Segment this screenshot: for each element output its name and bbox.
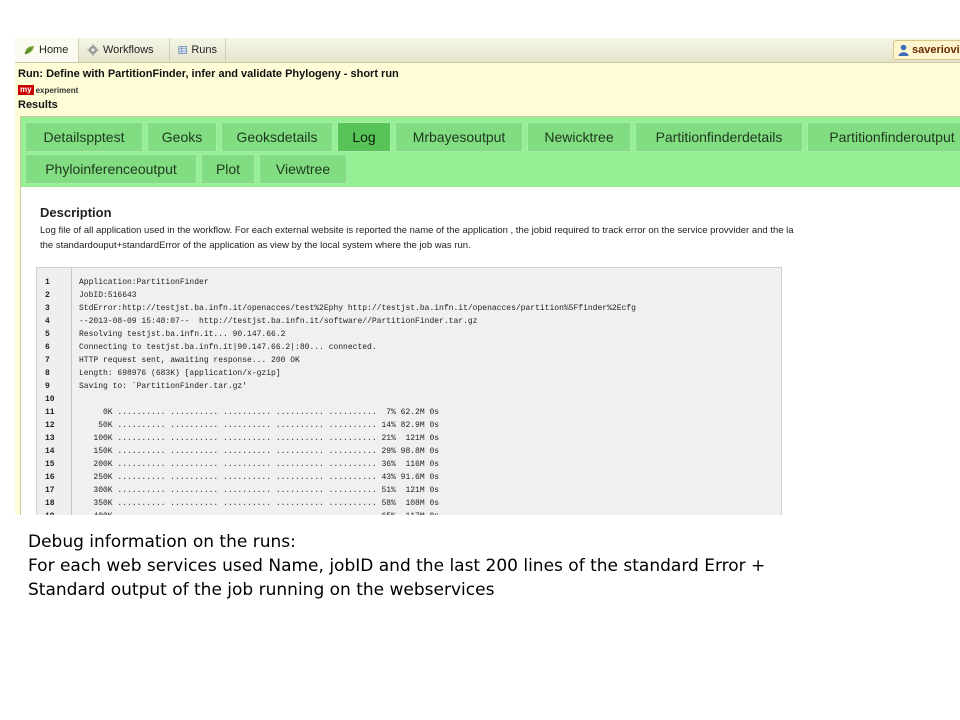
tab-detailspptest[interactable]: Detailspptest bbox=[25, 122, 143, 152]
run-title: Run: Define with PartitionFinder, infer … bbox=[18, 68, 399, 80]
description-text-line-2: the standardouput+standardError of the a… bbox=[40, 240, 471, 251]
log-line: Resolving testjst.ba.infn.it... 90.147.6… bbox=[79, 330, 286, 339]
caption-line-3: Standard output of the job running on th… bbox=[28, 580, 495, 600]
line-number: 1 bbox=[45, 278, 50, 287]
log-line: 400K .......... .......... .......... ..… bbox=[79, 512, 439, 515]
line-number: 5 bbox=[45, 330, 50, 339]
nav-tab-runs[interactable]: Runs bbox=[170, 38, 226, 62]
log-line: JobID:516643 bbox=[79, 291, 137, 300]
line-number: 8 bbox=[45, 369, 50, 378]
log-code-viewer[interactable]: 1 Application:PartitionFinder 2 JobID:51664… bbox=[36, 267, 782, 515]
screenshot: Home Workflows Runs saveriovic Run: Defi… bbox=[15, 38, 960, 515]
tab-log[interactable]: Log bbox=[337, 122, 391, 152]
log-line: 350K .......... .......... .......... ..… bbox=[79, 499, 440, 508]
line-number: 3 bbox=[45, 304, 50, 313]
tab-viewtree[interactable]: Viewtree bbox=[259, 154, 347, 184]
log-line: 0K .......... .......... .......... ....… bbox=[79, 408, 440, 417]
line-number: 11 bbox=[45, 408, 55, 417]
nav-tab-label: Workflows bbox=[103, 44, 154, 56]
nav-tab-workflows[interactable]: Workflows bbox=[79, 38, 170, 62]
tab-newicktree[interactable]: Newicktree bbox=[527, 122, 631, 152]
username: saveriovic bbox=[912, 44, 960, 56]
log-line: 50K .......... .......... .......... ...… bbox=[79, 421, 440, 430]
user-icon bbox=[898, 44, 909, 56]
logo-experiment: experiment bbox=[35, 85, 79, 95]
log-line: Connecting to testjst.ba.infn.it|90.147.… bbox=[79, 343, 377, 352]
nav-tab-home[interactable]: Home bbox=[15, 38, 79, 62]
line-number: 14 bbox=[45, 447, 55, 456]
log-line: StdError:http://testjst.ba.infn.it/opena… bbox=[79, 304, 636, 313]
description-heading: Description bbox=[40, 205, 112, 220]
tab-geoksdetails[interactable]: Geoksdetails bbox=[221, 122, 333, 152]
nav-tab-label: Home bbox=[39, 44, 69, 56]
line-number: 10 bbox=[45, 395, 55, 404]
log-line: 300K .......... .......... .......... ..… bbox=[79, 486, 440, 495]
myexperiment-logo[interactable]: my experiment bbox=[18, 84, 78, 96]
line-number: 12 bbox=[45, 421, 55, 430]
line-number: 19 bbox=[45, 512, 55, 515]
tab-partitionfinderdetails[interactable]: Partitionfinderdetails bbox=[635, 122, 803, 152]
results-heading: Results bbox=[18, 99, 58, 111]
tab-phyloinferenceoutput[interactable]: Phyloinferenceoutput bbox=[25, 154, 197, 184]
line-number: 6 bbox=[45, 343, 50, 352]
table-icon bbox=[178, 46, 187, 54]
line-number: 9 bbox=[45, 382, 50, 391]
gear-icon bbox=[87, 44, 99, 56]
log-line: 250K .......... .......... .......... ..… bbox=[79, 473, 440, 482]
log-line: 200K .......... .......... .......... ..… bbox=[79, 460, 440, 469]
line-number: 4 bbox=[45, 317, 50, 326]
top-navbar: Home Workflows Runs saveriovic bbox=[15, 38, 960, 63]
line-number: 18 bbox=[45, 499, 55, 508]
log-line: --2013-08-09 15:48:07-- http://testjst.b… bbox=[79, 317, 478, 326]
caption-line-2: For each web services used Name, jobID a… bbox=[28, 556, 766, 576]
tab-mrbayesoutput[interactable]: Mrbayesoutput bbox=[395, 122, 523, 152]
results-tabbar: Detailspptest Geoks Geoksdetails Log Mrb… bbox=[21, 117, 960, 187]
slide-caption: Debug information on the runs: For each … bbox=[28, 530, 948, 602]
log-line: Application:PartitionFinder bbox=[79, 278, 209, 287]
logo-my: my bbox=[18, 85, 34, 95]
line-number: 2 bbox=[45, 291, 50, 300]
line-number: 17 bbox=[45, 486, 55, 495]
tab-plot[interactable]: Plot bbox=[201, 154, 255, 184]
line-number: 16 bbox=[45, 473, 55, 482]
log-line: 100K .......... .......... .......... ..… bbox=[79, 434, 440, 443]
caption-line-1: Debug information on the runs: bbox=[28, 532, 296, 552]
results-panel: Detailspptest Geoks Geoksdetails Log Mrb… bbox=[20, 116, 960, 515]
line-number: 13 bbox=[45, 434, 55, 443]
log-line: Length: 698976 (683K) [application/x-gzi… bbox=[79, 369, 281, 378]
leaf-icon bbox=[24, 46, 34, 55]
tab-geoks[interactable]: Geoks bbox=[147, 122, 217, 152]
nav-tab-label: Runs bbox=[191, 44, 217, 56]
description-text-line-1: Log file of all application used in the … bbox=[40, 225, 794, 236]
line-number: 15 bbox=[45, 460, 55, 469]
log-line: Saving to: `PartitionFinder.tar.gz' bbox=[79, 382, 248, 391]
user-menu[interactable]: saveriovic bbox=[893, 40, 960, 60]
tab-partitionfinderoutput[interactable]: Partitionfinderoutput bbox=[807, 122, 960, 152]
log-line: 150K .......... .......... .......... ..… bbox=[79, 447, 440, 456]
log-line: HTTP request sent, awaiting response... … bbox=[79, 356, 300, 365]
line-number: 7 bbox=[45, 356, 50, 365]
